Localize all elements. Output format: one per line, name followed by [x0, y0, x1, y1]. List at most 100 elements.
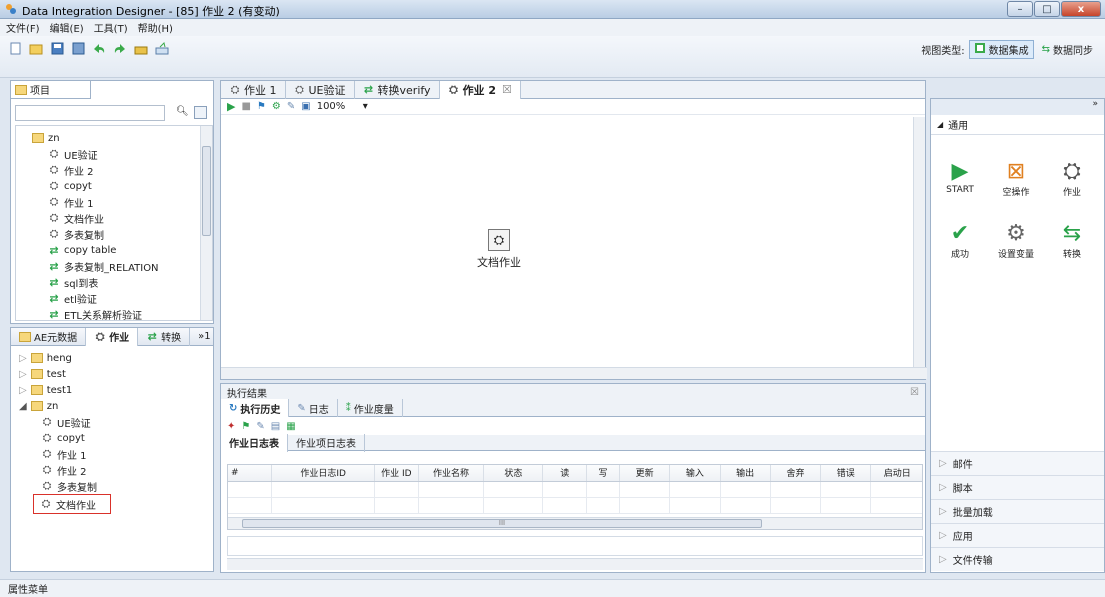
palette-section-mail[interactable]: ▷ 邮件: [931, 451, 1104, 475]
tree-item-selected[interactable]: ⛭ 文档作业: [33, 494, 111, 514]
column-header[interactable]: 作业名称: [418, 465, 485, 482]
column-header[interactable]: 更新: [619, 465, 671, 482]
tree-item[interactable]: ⇄ copy table: [48, 242, 212, 258]
palette-success[interactable]: ✔ 成功: [937, 221, 983, 260]
column-header[interactable]: 读: [542, 465, 588, 482]
tab-transform-verify[interactable]: ⇄ 转换verify: [355, 80, 440, 99]
column-header[interactable]: 错误: [820, 465, 872, 482]
tab-job-1[interactable]: ⛭ 作业 1: [221, 80, 286, 99]
stop-icon[interactable]: ■: [241, 101, 250, 112]
undo-icon[interactable]: [92, 41, 106, 55]
tree-item[interactable]: ⛭ 作业 2: [48, 162, 212, 178]
menu-edit[interactable]: 编辑(E): [50, 20, 84, 35]
tree-item[interactable]: ⛭ 作业 1: [48, 194, 212, 210]
palette-collapse-icon[interactable]: »: [931, 99, 1104, 115]
save-icon[interactable]: [50, 41, 64, 55]
tree-item[interactable]: ⛭ 作业 2: [41, 462, 213, 478]
tree-item[interactable]: ⇄ 多表复制_RELATION: [48, 258, 212, 274]
tab-job-metrics[interactable]: ⁑ 作业度量: [338, 399, 403, 417]
tab-overflow[interactable]: »1: [190, 328, 218, 346]
palette-section-application[interactable]: ▷ 应用: [931, 523, 1104, 547]
run-icon[interactable]: ▶: [227, 100, 235, 113]
column-header[interactable]: 输出: [720, 465, 771, 482]
debug-icon[interactable]: ⚙: [272, 101, 281, 112]
column-header[interactable]: 作业日志ID: [271, 465, 376, 482]
menu-tools[interactable]: 工具(T): [94, 20, 128, 35]
tree-root-zn[interactable]: zn: [32, 130, 212, 146]
palette-section-file-transfer[interactable]: ▷ 文件传输: [931, 547, 1104, 571]
canvas-hscroll[interactable]: [221, 367, 927, 379]
close-button[interactable]: x: [1061, 1, 1101, 17]
tree-item[interactable]: ⛭ copyt: [48, 178, 212, 194]
column-header[interactable]: 状态: [483, 465, 544, 482]
redo-icon[interactable]: [113, 41, 127, 55]
palette-job[interactable]: ⛭ 作业: [1049, 159, 1095, 198]
collapse-all-icon[interactable]: [194, 106, 207, 119]
table-hscroll[interactable]: III: [228, 517, 922, 529]
tab-transforms[interactable]: ⇄ 转换: [138, 327, 191, 346]
tab-job-2[interactable]: ⛭ 作业 2 ☒: [439, 80, 521, 99]
close-icon[interactable]: ☒: [910, 387, 919, 398]
replay-icon[interactable]: ⚑: [241, 421, 250, 432]
column-header[interactable]: 舍弃: [770, 465, 822, 482]
tree-folder[interactable]: ◢ zn: [19, 398, 213, 414]
zoom-icon[interactable]: ▣: [301, 101, 310, 112]
menu-file[interactable]: 文件(F): [6, 20, 40, 35]
tree-item[interactable]: ⛭ 多表复制: [41, 478, 213, 494]
tree-item[interactable]: ⛭ copyt: [41, 430, 213, 446]
refresh-icon[interactable]: ✦: [227, 421, 235, 432]
project-search-input[interactable]: [15, 105, 165, 121]
project-tree-scrollbar[interactable]: [200, 126, 212, 320]
column-header[interactable]: 输入: [669, 465, 721, 482]
tree-item[interactable]: ⇄ ETL关系解析验证: [48, 306, 212, 321]
canvas[interactable]: ⛭ 文档作业: [221, 117, 913, 369]
palette-start[interactable]: ▶ START: [937, 159, 983, 195]
tree-item[interactable]: ⇄ etl验证: [48, 290, 212, 306]
tab-ue-verify[interactable]: ⛭ UE验证: [286, 80, 355, 99]
tree-item[interactable]: ⇄ sql到表: [48, 274, 212, 290]
filter-icon[interactable]: ▦: [286, 421, 295, 432]
tree-folder[interactable]: ▷ heng: [19, 350, 213, 366]
view-sync-button[interactable]: ⇆ 数据同步: [1038, 41, 1097, 58]
maximize-button[interactable]: □: [1034, 1, 1060, 17]
column-header[interactable]: 启动日: [870, 465, 922, 482]
tab-job-log-table[interactable]: 作业日志表: [221, 433, 288, 452]
palette-transform[interactable]: ⇆ 转换: [1049, 221, 1095, 260]
palette-section-general[interactable]: ◢ 通用: [931, 115, 1104, 135]
menu-help[interactable]: 帮助(H): [138, 20, 173, 35]
tab-close-icon[interactable]: ☒: [502, 83, 512, 96]
tab-ae-metadata[interactable]: AE元数据: [11, 327, 87, 346]
tree-item[interactable]: ⛭ UE验证: [41, 414, 213, 430]
column-header[interactable]: #: [228, 465, 273, 482]
export-log-icon[interactable]: ▤: [271, 421, 280, 432]
clear-icon[interactable]: ✎: [256, 421, 264, 432]
palette-set-variable[interactable]: ⚙ 设置变量: [993, 221, 1039, 260]
search-icon[interactable]: 🔍︎: [176, 106, 189, 117]
tree-folder[interactable]: ▷ test: [19, 366, 213, 382]
tab-exec-history[interactable]: ↻ 执行历史: [221, 399, 290, 417]
palette-section-script[interactable]: ▷ 脚本: [931, 475, 1104, 499]
tree-item[interactable]: ⛭ 文档作业: [48, 210, 212, 226]
tree-item[interactable]: ⛭ UE验证: [48, 146, 212, 162]
results-hscroll[interactable]: [227, 558, 923, 570]
tree-item[interactable]: ⛭ 作业 1: [41, 446, 213, 462]
minimize-button[interactable]: –: [1007, 1, 1033, 17]
tab-job-item-log-table[interactable]: 作业项日志表: [288, 433, 365, 452]
tree-folder[interactable]: ▷ test1: [19, 382, 213, 398]
check-icon[interactable]: ✎: [287, 101, 295, 112]
view-integration-button[interactable]: 数据集成: [968, 40, 1034, 59]
column-header[interactable]: 写: [586, 465, 620, 482]
export-icon[interactable]: [155, 41, 169, 55]
zoom-dropdown-icon[interactable]: ▾: [363, 101, 368, 112]
log-detail-area[interactable]: [227, 536, 923, 556]
open-folder-icon[interactable]: [29, 41, 43, 55]
explore-icon[interactable]: [134, 41, 148, 55]
save-as-icon[interactable]: [71, 41, 85, 55]
tab-jobs[interactable]: ⛭ 作业: [86, 327, 139, 346]
canvas-node[interactable]: ⛭ 文档作业: [469, 229, 529, 270]
palette-dummy[interactable]: ⊠ 空操作: [993, 159, 1039, 198]
preview-icon[interactable]: ⚑: [257, 101, 266, 112]
tree-item[interactable]: ⛭ 多表复制: [48, 226, 212, 242]
tab-log[interactable]: ✎ 日志: [289, 399, 338, 417]
canvas-vscroll[interactable]: [913, 117, 925, 369]
